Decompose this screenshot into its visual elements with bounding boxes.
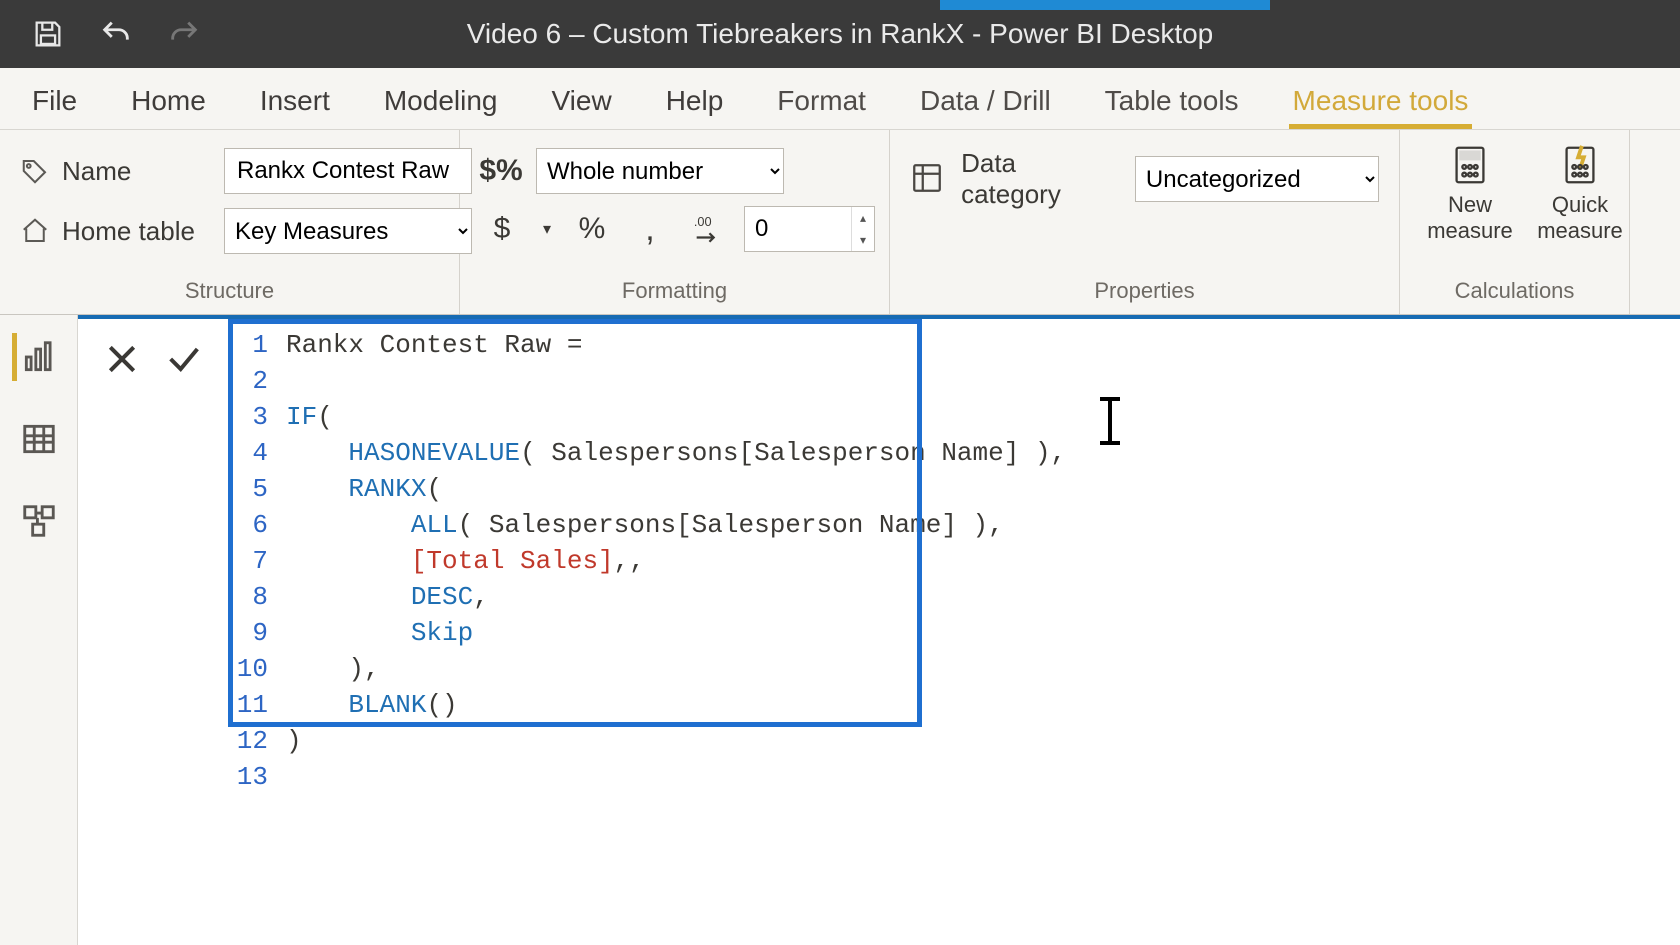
quick-measure-button[interactable]: Quick measure [1530,142,1630,245]
line-number-gutter: 12345678910111213 [228,319,276,945]
home-table-select[interactable]: Key Measures [224,208,472,254]
decimal-button[interactable]: .00 [686,207,730,251]
menu-file[interactable]: File [28,75,81,129]
home-table-label: Home table [62,216,212,247]
save-icon[interactable] [28,14,68,54]
code-line[interactable] [286,759,1680,795]
line-number: 11 [228,687,268,723]
code-line[interactable]: ALL( Salespersons[Salesperson Name] ), [286,507,1680,543]
code-line[interactable]: Skip [286,615,1680,651]
model-view-button[interactable] [15,497,63,545]
percent-button[interactable]: % [570,207,614,251]
main-area: 12345678910111213 Rankx Contest Raw = IF… [0,315,1680,945]
ribbon-group-label: Structure [20,278,439,308]
ribbon-group-label: Calculations [1420,278,1609,308]
title-bar: Video 6 – Custom Tiebreakers in RankX - … [0,0,1680,68]
menu-home[interactable]: Home [127,75,210,129]
line-number: 1 [228,327,268,363]
ribbon-group-formatting: $% Whole number $ ▾ % , .00 [460,130,890,314]
code-line[interactable]: IF( [286,399,1680,435]
redo-icon [164,14,204,54]
line-number: 10 [228,651,268,687]
line-number: 5 [228,471,268,507]
ribbon-group-label: Properties [910,278,1379,308]
code-line[interactable]: HASONEVALUE( Salespersons[Salesperson Na… [286,435,1680,471]
code-line[interactable]: ) [286,723,1680,759]
share-banner [940,0,1270,10]
line-number: 3 [228,399,268,435]
menu-insert[interactable]: Insert [256,75,334,129]
decimals-spinner[interactable]: ▴ ▾ [744,206,875,252]
line-number: 9 [228,615,268,651]
text-caret [1108,397,1112,445]
code-line[interactable]: Rankx Contest Raw = [286,327,1680,363]
code-line[interactable]: DESC, [286,579,1680,615]
line-number: 7 [228,543,268,579]
line-number: 12 [228,723,268,759]
ribbon-group-structure: Name Home table Key Measures Structure [0,130,460,314]
ribbon-group-properties: Data category Uncategorized Properties [890,130,1400,314]
code-line[interactable]: [Total Sales],, [286,543,1680,579]
name-label: Name [62,156,212,187]
menu-modeling[interactable]: Modeling [380,75,502,129]
menu-view[interactable]: View [548,75,616,129]
code-line[interactable]: ), [286,651,1680,687]
spinner-down-icon[interactable]: ▾ [852,229,874,251]
cancel-formula-button[interactable] [96,333,148,385]
ribbon-group-calculations: New measure Quick measure Calculations [1400,130,1630,314]
data-category-select[interactable]: Uncategorized [1135,156,1379,202]
tag-icon [20,156,50,186]
category-icon [910,161,945,197]
line-number: 13 [228,759,268,795]
new-measure-label: New measure [1427,192,1513,245]
home-table-icon [20,216,50,246]
thousands-button[interactable]: , [628,207,672,251]
spinner-up-icon[interactable]: ▴ [852,207,874,229]
format-icon: $% [480,150,522,192]
decimals-input[interactable] [745,215,851,243]
data-category-label: Data category [961,148,1119,210]
data-view-button[interactable] [15,415,63,463]
dax-editor[interactable]: 12345678910111213 Rankx Contest Raw = IF… [228,319,1680,945]
currency-button[interactable]: $ [480,207,524,251]
code-line[interactable]: RANKX( [286,471,1680,507]
menu-help[interactable]: Help [662,75,728,129]
menu-data-drill[interactable]: Data / Drill [916,75,1055,129]
undo-icon[interactable] [96,14,136,54]
new-measure-button[interactable]: New measure [1420,142,1520,245]
formula-bar: 12345678910111213 Rankx Contest Raw = IF… [78,315,1680,945]
line-number: 2 [228,363,268,399]
measure-name-input[interactable] [224,148,472,194]
ribbon-group-label: Formatting [480,278,869,308]
svg-text:.00: .00 [694,214,712,229]
data-type-select[interactable]: Whole number [536,148,784,194]
view-switcher [0,315,78,945]
code-line[interactable]: BLANK() [286,687,1680,723]
line-number: 8 [228,579,268,615]
window-title: Video 6 – Custom Tiebreakers in RankX - … [467,18,1214,50]
ribbon: Name Home table Key Measures Structure [0,130,1680,315]
menu-table-tools[interactable]: Table tools [1101,75,1243,129]
menu-measure-tools[interactable]: Measure tools [1289,75,1473,129]
report-view-button[interactable] [12,333,60,381]
line-number: 6 [228,507,268,543]
menu-bar: File Home Insert Modeling View Help Format Data… [0,68,1680,130]
code-area[interactable]: Rankx Contest Raw = IF( HASONEVALUE( Sal… [276,319,1680,945]
menu-format[interactable]: Format [773,75,870,129]
line-number: 4 [228,435,268,471]
code-line[interactable] [286,363,1680,399]
currency-dropdown-icon[interactable]: ▾ [538,207,556,251]
formula-commit-bar [78,319,228,945]
quick-measure-label: Quick measure [1537,192,1623,245]
commit-formula-button[interactable] [158,333,210,385]
